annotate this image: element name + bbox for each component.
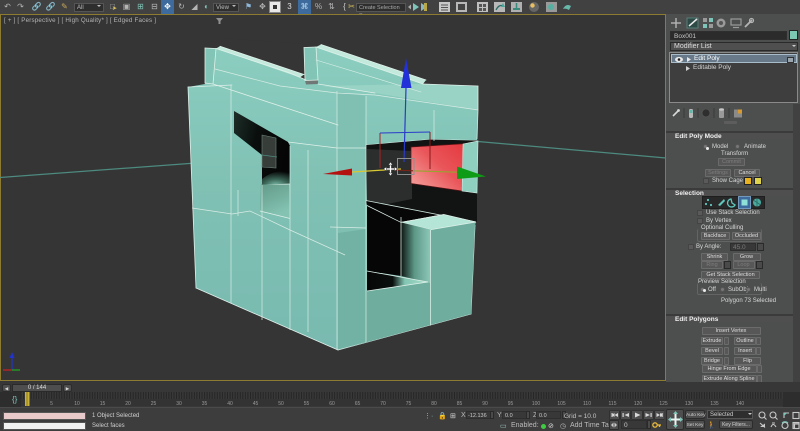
svg-text:{}: {} — [12, 395, 18, 404]
